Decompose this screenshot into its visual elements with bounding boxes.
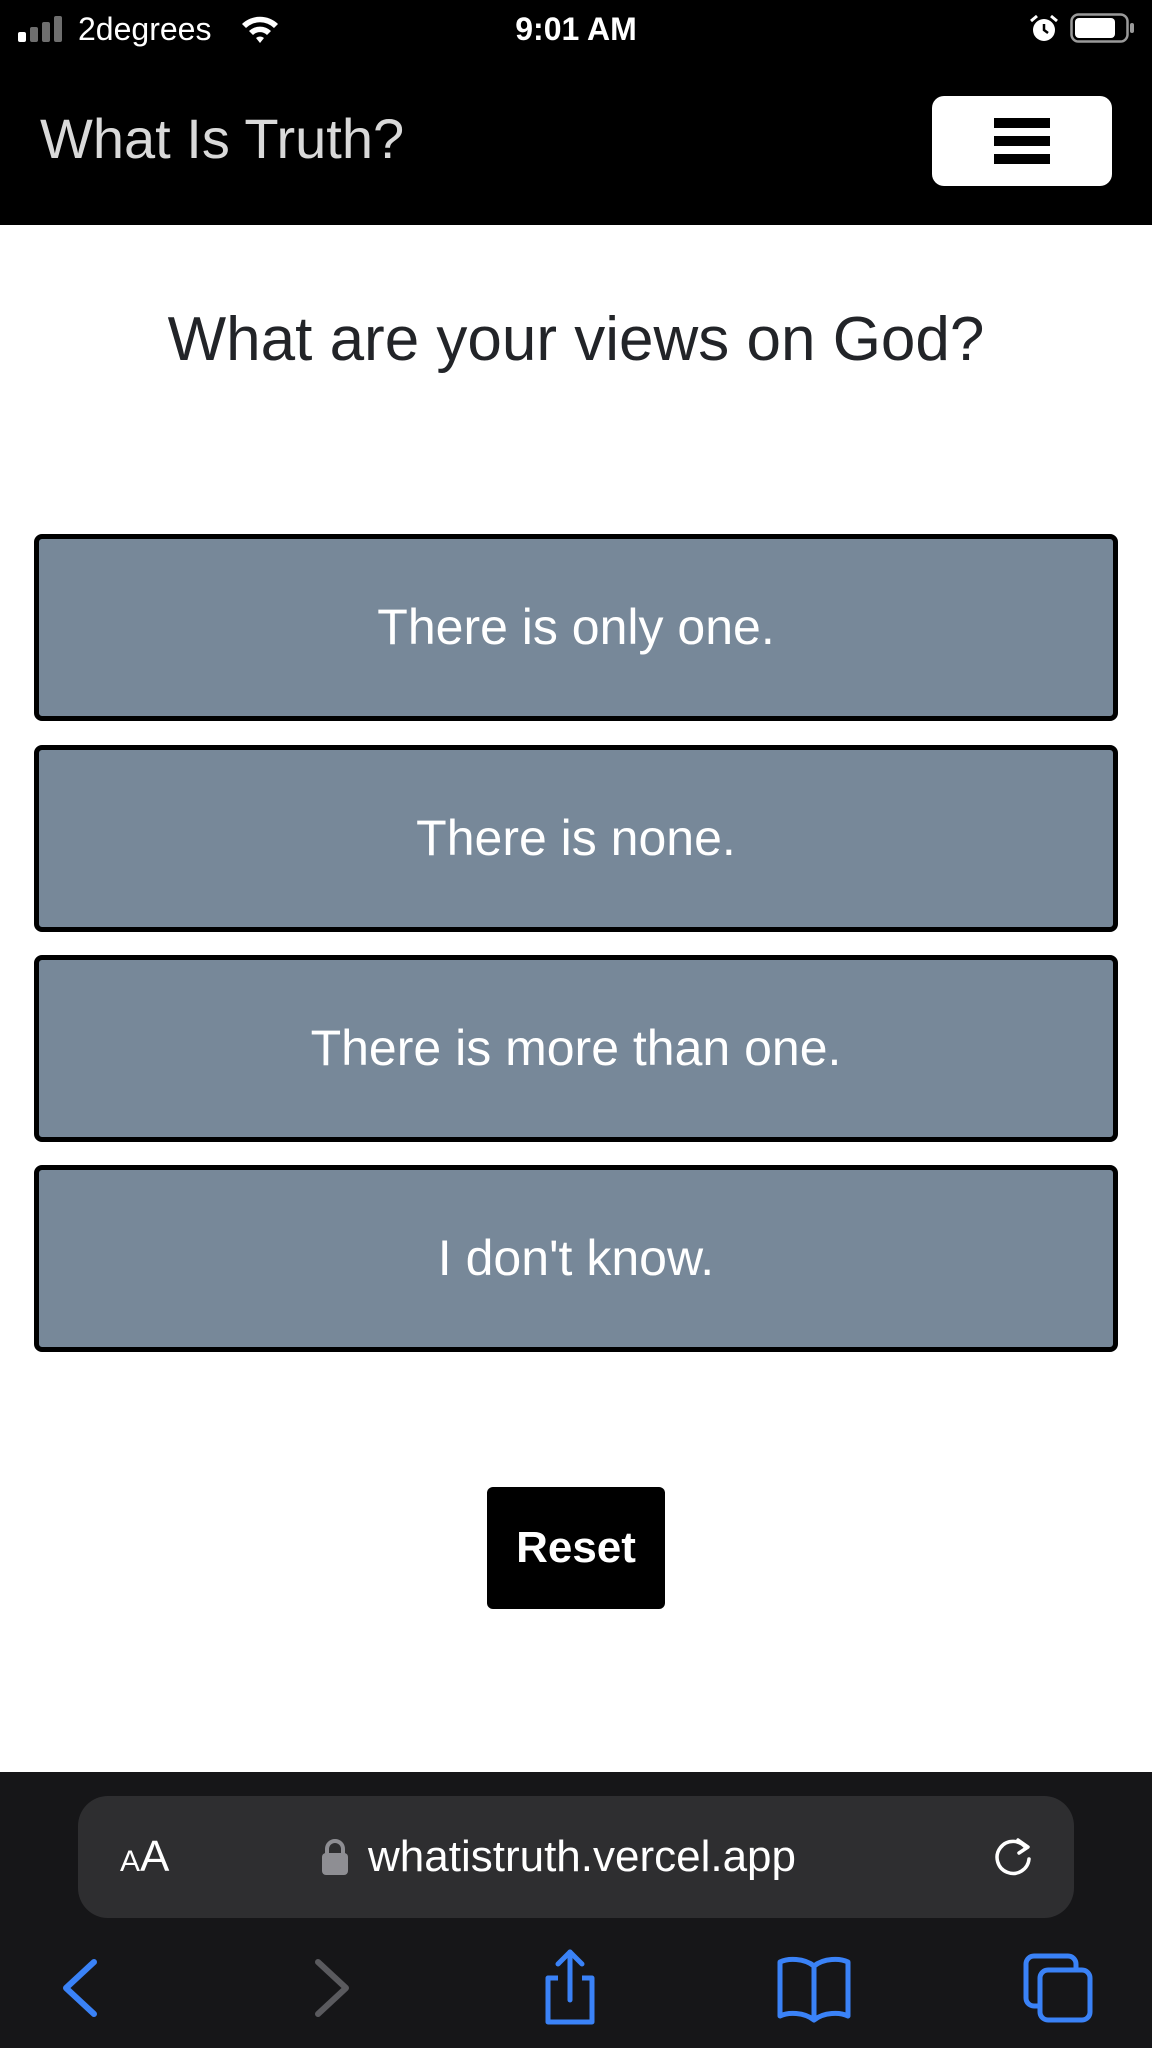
answer-button-only-one[interactable]: There is only one. [34, 534, 1118, 721]
battery-icon [1070, 13, 1134, 43]
text-size-button[interactable]: AA [120, 1834, 169, 1885]
reset-button[interactable]: Reset [487, 1487, 665, 1609]
address-bar[interactable]: AA whatistruth.vercel.app [78, 1796, 1074, 1918]
menu-toggle-button[interactable] [932, 96, 1112, 186]
brand-title[interactable]: What Is Truth? [40, 106, 404, 172]
alarm-icon [1030, 14, 1058, 41]
lock-icon [322, 1839, 348, 1875]
status-bar: 2degrees 9:01 AM [0, 0, 1152, 58]
answer-button-more-than-one[interactable]: There is more than one. [34, 955, 1118, 1142]
reload-icon[interactable] [988, 1832, 1038, 1882]
forward-icon[interactable] [290, 1948, 370, 2028]
back-icon[interactable] [42, 1948, 122, 2028]
share-icon[interactable] [530, 1948, 610, 2028]
url-text[interactable]: whatistruth.vercel.app [368, 1832, 796, 1882]
browser-chrome: AA whatistruth.vercel.app [0, 1772, 1152, 2048]
answer-button-dont-know[interactable]: I don't know. [34, 1165, 1118, 1352]
answer-button-none[interactable]: There is none. [34, 745, 1118, 932]
bookmarks-icon[interactable] [774, 1948, 854, 2028]
navbar: What Is Truth? [0, 58, 1152, 225]
tabs-icon[interactable] [1018, 1948, 1098, 2028]
screen: 2degrees 9:01 AM What Is Truth? What are… [0, 0, 1152, 2048]
question-title: What are your views on God? [167, 305, 985, 374]
status-time: 9:01 AM [515, 11, 637, 47]
